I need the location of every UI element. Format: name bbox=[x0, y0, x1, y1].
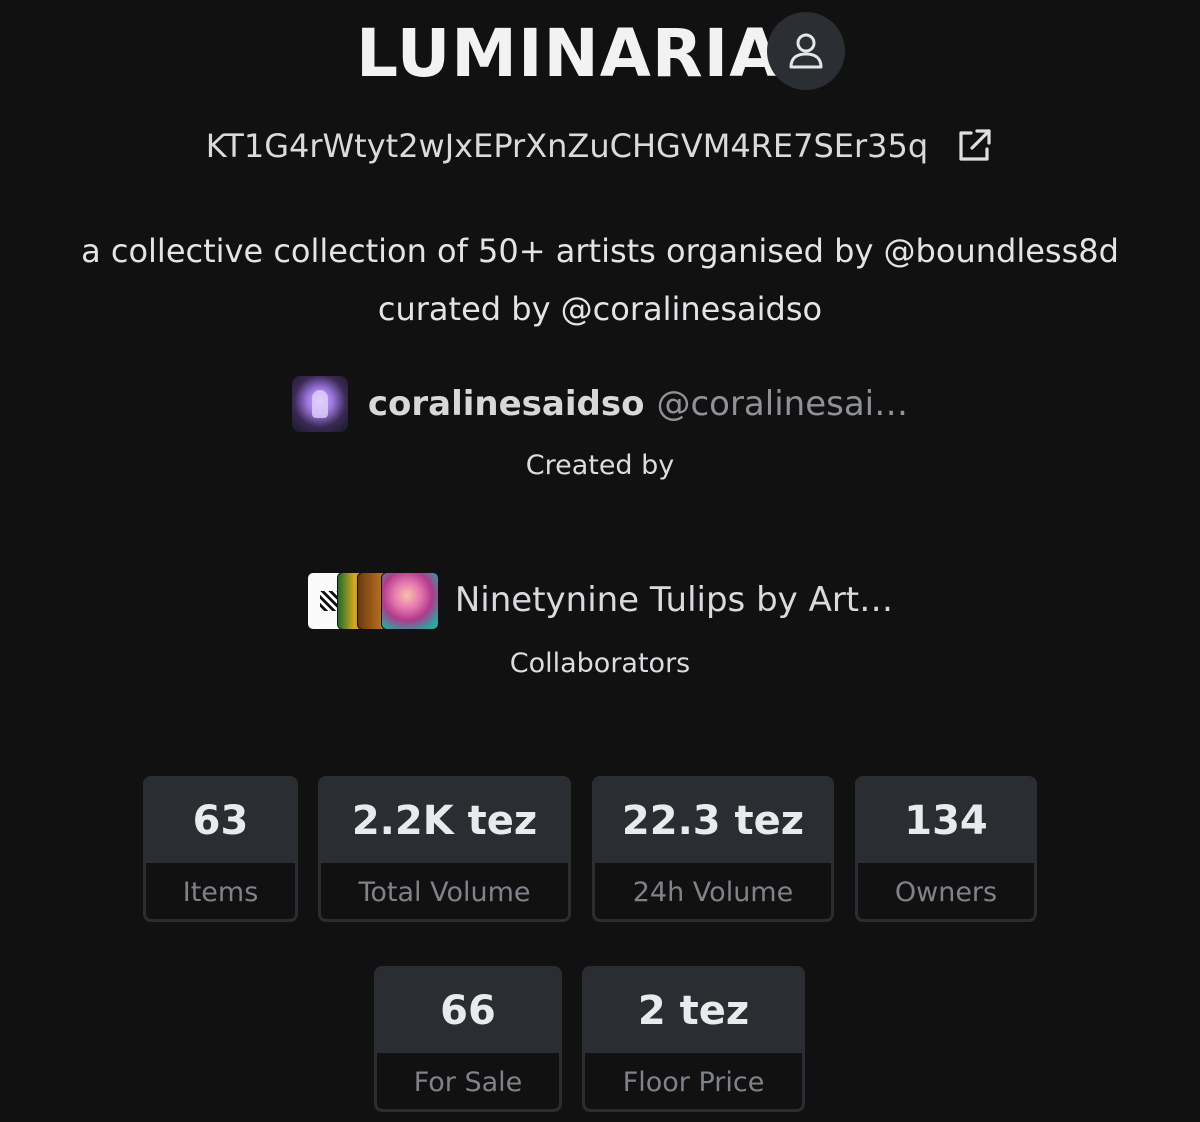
stat-label: For Sale bbox=[413, 1067, 523, 1098]
stat-floor-price: 2 tez Floor Price bbox=[582, 966, 805, 1112]
stat-value: 63 bbox=[146, 779, 295, 863]
external-link-icon bbox=[959, 129, 991, 161]
collection-description: a collective collection of 50+ artists o… bbox=[60, 222, 1140, 338]
stat-total-volume: 2.2K tez Total Volume bbox=[318, 776, 571, 922]
collaborators-label: Collaborators bbox=[509, 648, 691, 679]
stat-label: Total Volume bbox=[358, 877, 531, 908]
stat-label: Owners bbox=[894, 877, 998, 908]
external-link-button[interactable] bbox=[954, 126, 994, 166]
collaborator-name: Ninetynine Tulips by Art… bbox=[454, 580, 894, 620]
collaborators-link[interactable]: Ninetynine Tulips by Art… bbox=[0, 570, 1200, 630]
stat-for-sale: 66 For Sale bbox=[374, 966, 562, 1112]
profile-button[interactable] bbox=[767, 12, 845, 90]
stat-items: 63 Items bbox=[143, 776, 298, 922]
stat-label: 24h Volume bbox=[632, 877, 794, 908]
stat-value: 66 bbox=[377, 969, 559, 1053]
creator-avatar bbox=[291, 376, 348, 432]
stat-24h-volume: 22.3 tez 24h Volume bbox=[592, 776, 834, 922]
stat-value: 134 bbox=[858, 779, 1034, 863]
stat-owners: 134 Owners bbox=[855, 776, 1037, 922]
description-line-2: curated by @coralinesaidso bbox=[377, 290, 823, 328]
creator-name: coralinesaidso bbox=[367, 384, 645, 424]
stat-label: Items bbox=[182, 877, 259, 908]
user-icon bbox=[789, 33, 823, 69]
creator-handle: @coralinesai… bbox=[656, 384, 909, 424]
collection-title: LUMINARIA bbox=[356, 15, 782, 92]
stat-value: 2.2K tez bbox=[321, 779, 568, 863]
collaborator-avatar bbox=[380, 572, 439, 630]
description-line-1: a collective collection of 50+ artists o… bbox=[81, 232, 1119, 270]
contract-address-row: KT1G4rWtyt2wJxEPrXnZuCHGVM4RE7SEr35q bbox=[0, 118, 1200, 174]
stat-value: 22.3 tez bbox=[595, 779, 831, 863]
created-by-label: Created by bbox=[525, 450, 675, 481]
stat-label: Floor Price bbox=[622, 1067, 765, 1098]
stat-value: 2 tez bbox=[585, 969, 802, 1053]
contract-address[interactable]: KT1G4rWtyt2wJxEPrXnZuCHGVM4RE7SEr35q bbox=[206, 127, 928, 165]
collaborator-avatars bbox=[306, 571, 439, 630]
creator-link[interactable]: coralinesaidso @coralinesai… bbox=[0, 372, 1200, 436]
